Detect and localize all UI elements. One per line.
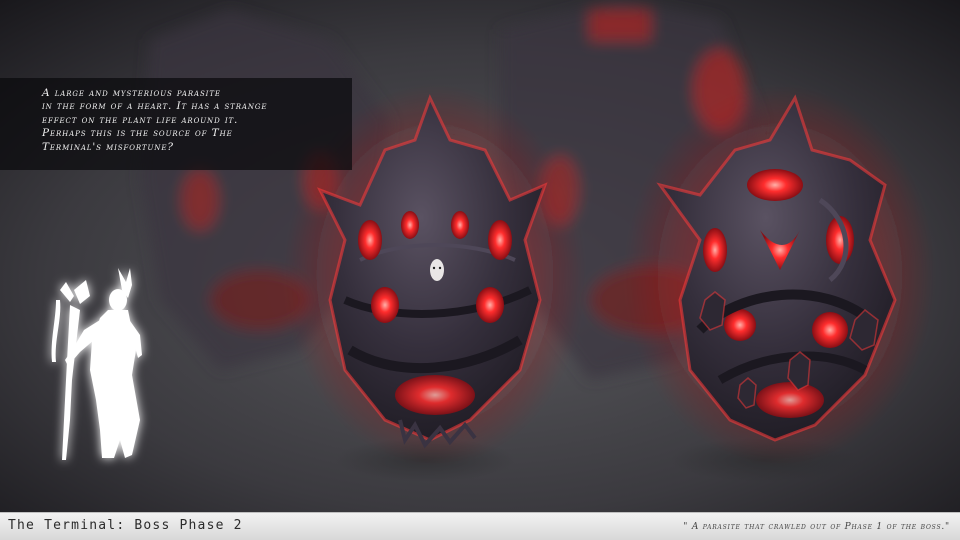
footer-bar: The Terminal: Boss Phase 2 " A parasite … bbox=[0, 512, 960, 540]
concept-art-page: A large and mysterious parasite in the f… bbox=[0, 0, 960, 540]
footer-quote: " A parasite that crawled out of Phase 1… bbox=[683, 522, 950, 532]
creature-back-view bbox=[625, 85, 935, 465]
concept-artwork bbox=[0, 0, 960, 512]
footer-title: The Terminal: Boss Phase 2 bbox=[8, 518, 243, 533]
face-mask bbox=[430, 259, 444, 281]
caption-description: A large and mysterious parasite in the f… bbox=[42, 87, 268, 153]
